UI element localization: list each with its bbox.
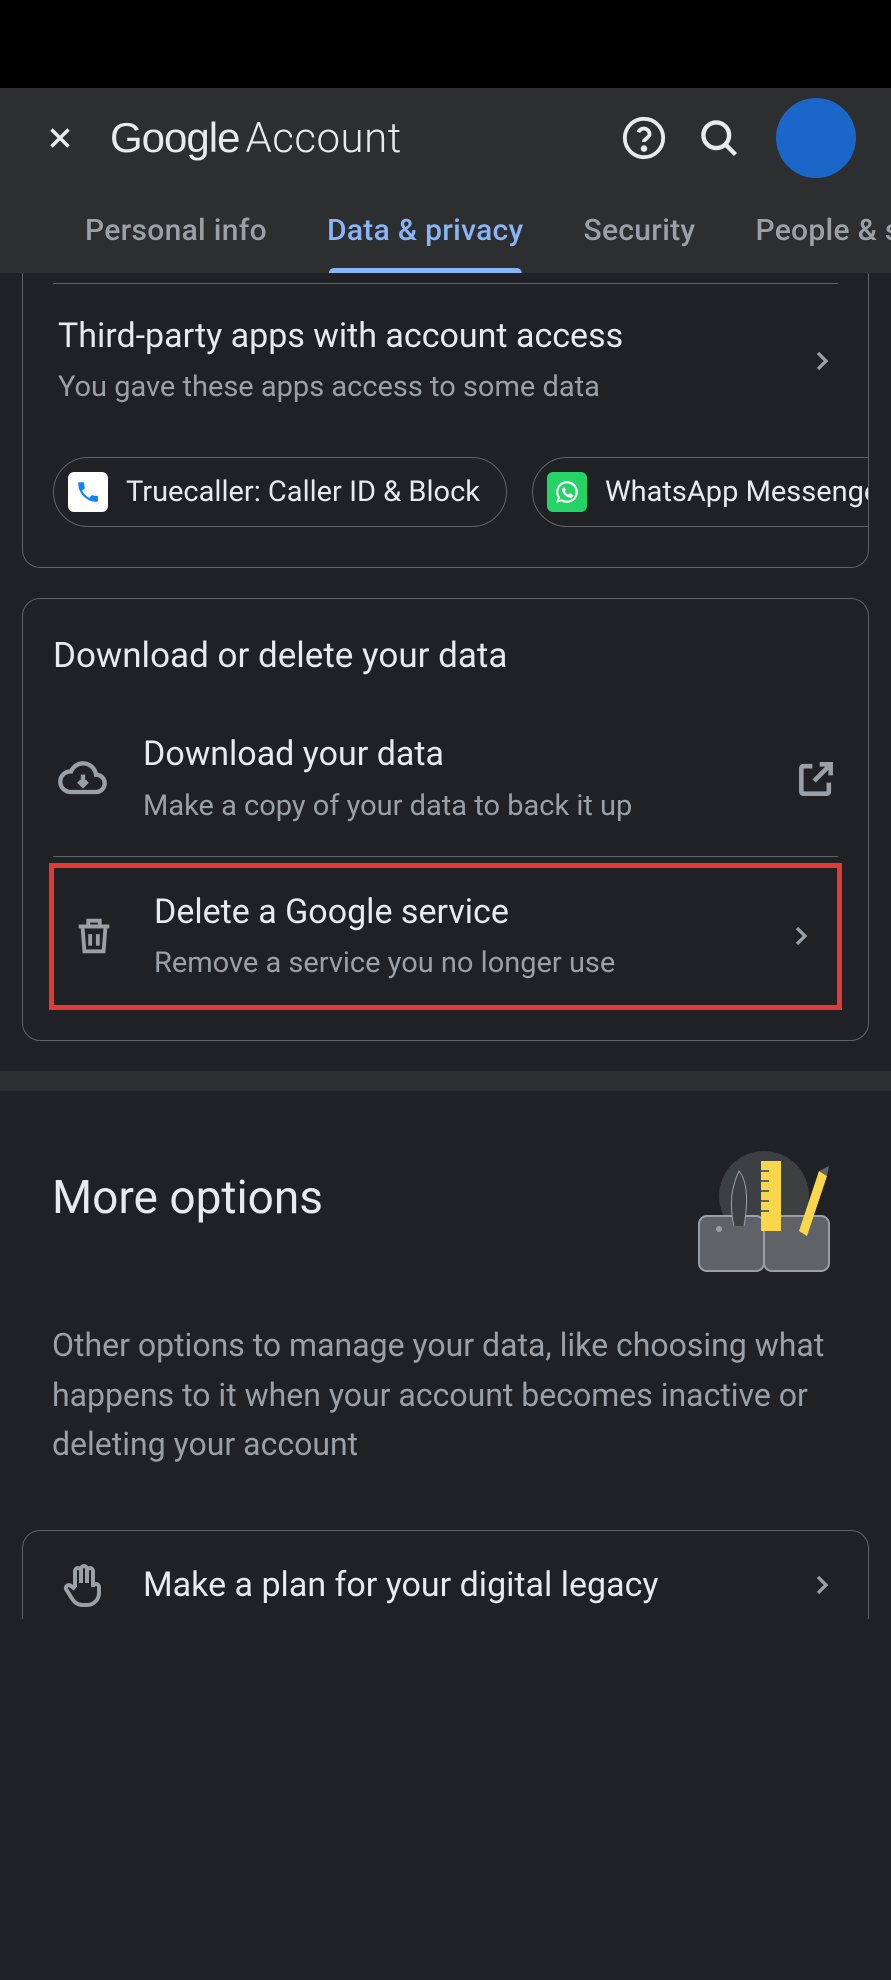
digital-legacy-card: Make a plan for your digital legacy — [22, 1530, 869, 1619]
app-chips-row: Truecaller: Caller ID & Block WhatsApp M… — [23, 437, 868, 567]
download-delete-heading: Download or delete your data — [23, 599, 868, 702]
download-data-row[interactable]: Download your data Make a copy of your d… — [23, 702, 868, 855]
tab-people[interactable]: People & sharing — [725, 188, 891, 273]
tab-data-privacy[interactable]: Data & privacy — [297, 188, 554, 273]
section-divider-band — [0, 1071, 891, 1091]
third-party-apps-row[interactable]: Third-party apps with account access You… — [23, 284, 868, 437]
digital-legacy-title: Make a plan for your digital legacy — [143, 1563, 796, 1607]
app-bar: Google Account — [0, 88, 891, 188]
tools-illustration — [679, 1141, 839, 1281]
help-icon — [621, 115, 667, 161]
help-button[interactable] — [616, 111, 671, 166]
open-external-icon — [794, 757, 838, 801]
whatsapp-icon — [547, 472, 587, 512]
chip-whatsapp[interactable]: WhatsApp Messenger — [532, 457, 868, 527]
search-button[interactable] — [691, 111, 746, 166]
status-bar — [0, 0, 891, 88]
brand-google: Google — [110, 114, 239, 162]
tab-personal-info[interactable]: Personal info — [55, 188, 297, 273]
third-party-subtitle: You gave these apps access to some data — [58, 368, 796, 407]
chip-label: Truecaller: Caller ID & Block — [126, 475, 480, 509]
delete-service-subtitle: Remove a service you no longer use — [154, 944, 775, 983]
chevron-right-icon — [806, 1569, 838, 1601]
delete-service-title: Delete a Google service — [154, 890, 775, 934]
more-options-section: More options — [22, 1091, 869, 1470]
download-delete-card: Download or delete your data Download yo… — [22, 598, 869, 1041]
account-avatar[interactable] — [776, 98, 856, 178]
main-content: Third-party apps with account access You… — [0, 273, 891, 1619]
search-icon — [697, 116, 741, 160]
third-party-card: Third-party apps with account access You… — [22, 273, 869, 568]
more-options-description: Other options to manage your data, like … — [52, 1321, 839, 1470]
chevron-right-icon — [785, 920, 817, 952]
brand-account: Account — [245, 114, 401, 163]
app-title: Google Account — [110, 114, 596, 163]
chevron-right-icon — [806, 345, 838, 377]
hand-icon — [59, 1561, 107, 1609]
tab-security[interactable]: Security — [554, 188, 726, 273]
close-icon — [43, 121, 77, 155]
download-title: Download your data — [143, 732, 784, 776]
download-subtitle: Make a copy of your data to back it up — [143, 787, 784, 826]
digital-legacy-row[interactable]: Make a plan for your digital legacy — [23, 1531, 868, 1619]
trash-icon — [71, 913, 117, 959]
third-party-title: Third-party apps with account access — [58, 314, 796, 358]
chip-label: WhatsApp Messenger — [605, 475, 868, 509]
delete-service-row[interactable]: Delete a Google service Remove a service… — [54, 868, 837, 1005]
divider — [53, 856, 838, 857]
tab-bar: Personal info Data & privacy Security Pe… — [0, 188, 891, 273]
highlighted-delete-service: Delete a Google service Remove a service… — [49, 863, 842, 1010]
more-options-heading: More options — [52, 1171, 323, 1225]
cloud-download-icon — [57, 753, 109, 805]
close-button[interactable] — [35, 113, 85, 163]
chip-truecaller[interactable]: Truecaller: Caller ID & Block — [53, 457, 507, 527]
truecaller-icon — [68, 472, 108, 512]
